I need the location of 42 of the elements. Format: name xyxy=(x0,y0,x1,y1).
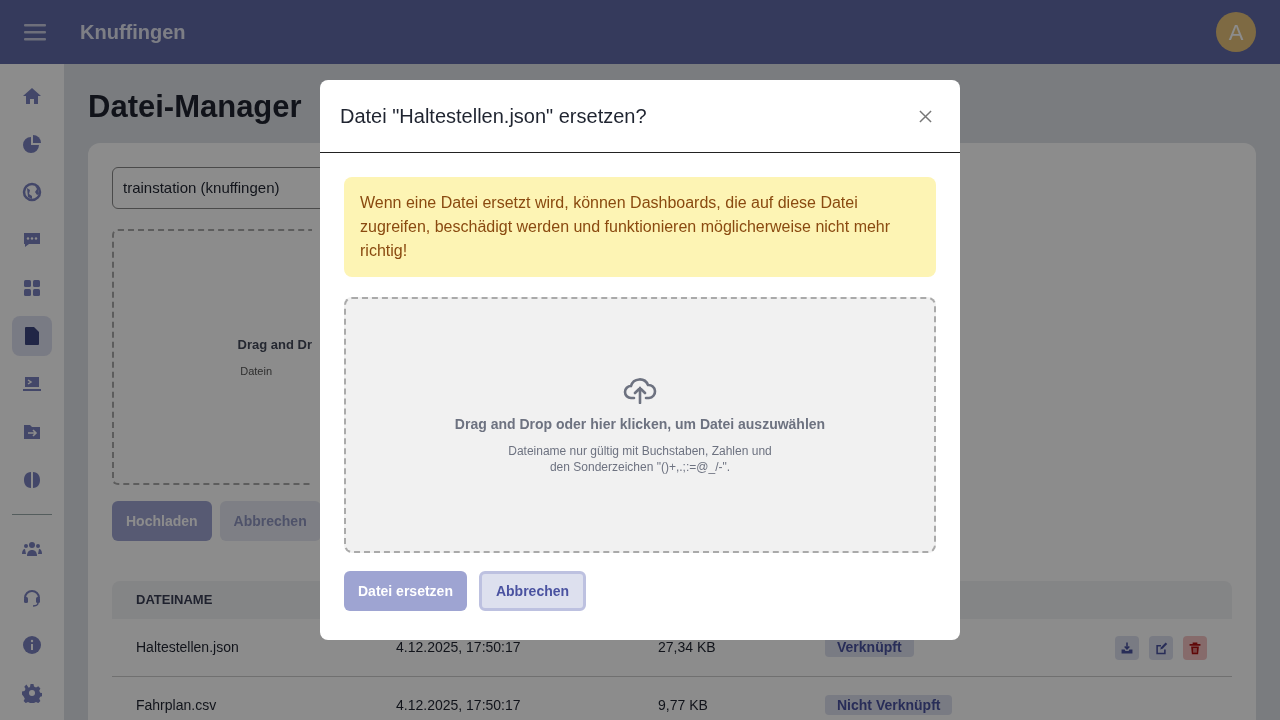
headset-icon xyxy=(22,587,42,607)
dialog-title: Datei "Haltestellen.json" ersetzen? xyxy=(340,104,647,128)
file-dropzone[interactable]: Drag and Drop oder hier klicken, um Datei auszuwählen Dateiname nur gültig mit Buchstaben, Zahlen und den Sonderzeichen "()+,.;:=@_/-". xyxy=(344,297,936,553)
dropzone-hint: Datein xyxy=(240,363,272,379)
menu-icon xyxy=(24,22,48,42)
users-icon xyxy=(22,539,42,559)
pie-chart-icon xyxy=(22,134,42,154)
column-header: DATEINAME xyxy=(136,591,213,610)
download-icon xyxy=(1120,640,1134,655)
file-date: 4.12.2025, 17:50:17 xyxy=(396,696,522,716)
cancel-button[interactable]: Abbrechen xyxy=(478,571,587,611)
trash-icon xyxy=(1188,640,1202,655)
delete-button[interactable] xyxy=(1183,635,1207,660)
status-badge: Nicht Verknüpft xyxy=(825,695,953,716)
upload-dropzone[interactable]: Drag and Dr Datein xyxy=(112,229,312,486)
brain-icon xyxy=(22,470,42,490)
folder-arrow-icon xyxy=(22,422,42,442)
grid-icon xyxy=(22,278,42,298)
edit-button[interactable] xyxy=(1149,635,1173,660)
file-size: 9,77 KB xyxy=(658,696,709,716)
dropzone-title: Drag and Drop oder hier klicken, um Datei auszuwählen xyxy=(454,414,826,434)
file-date: 4.12.2025, 17:50:17 xyxy=(396,638,522,658)
warning-alert: Wenn eine Datei ersetzt wird, können Dashboards, die auf diese Datei zugreifen, beschädigt werden und funktionieren möglicherweise nicht mehr richtig! xyxy=(344,177,936,277)
home-icon xyxy=(22,86,42,106)
cloud-upload-icon xyxy=(623,375,657,404)
file-icon xyxy=(22,326,42,346)
download-button[interactable] xyxy=(1115,635,1139,660)
file-name: Haltestellen.json xyxy=(135,638,240,658)
info-icon xyxy=(22,635,42,655)
chat-icon xyxy=(22,230,42,250)
globe-icon xyxy=(22,182,42,202)
sidebar-item[interactable] xyxy=(12,316,52,356)
dropzone-hint: Dateiname nur gültig mit Buchstaben, Zahlen und den Sonderzeichen "()+,.;:=@_/-". xyxy=(508,442,772,475)
dropzone-title: Drag and Dr xyxy=(237,336,312,355)
settings-icon xyxy=(22,683,42,703)
file-name: Fahrplan.csv xyxy=(135,696,218,716)
edit-icon xyxy=(1154,640,1168,655)
app-title: Knuffingen xyxy=(80,20,186,45)
file-size: 27,34 KB xyxy=(658,638,717,658)
page-title: Datei-Manager xyxy=(88,88,302,126)
close-icon xyxy=(918,109,932,123)
laptop-terminal-icon xyxy=(22,374,42,394)
